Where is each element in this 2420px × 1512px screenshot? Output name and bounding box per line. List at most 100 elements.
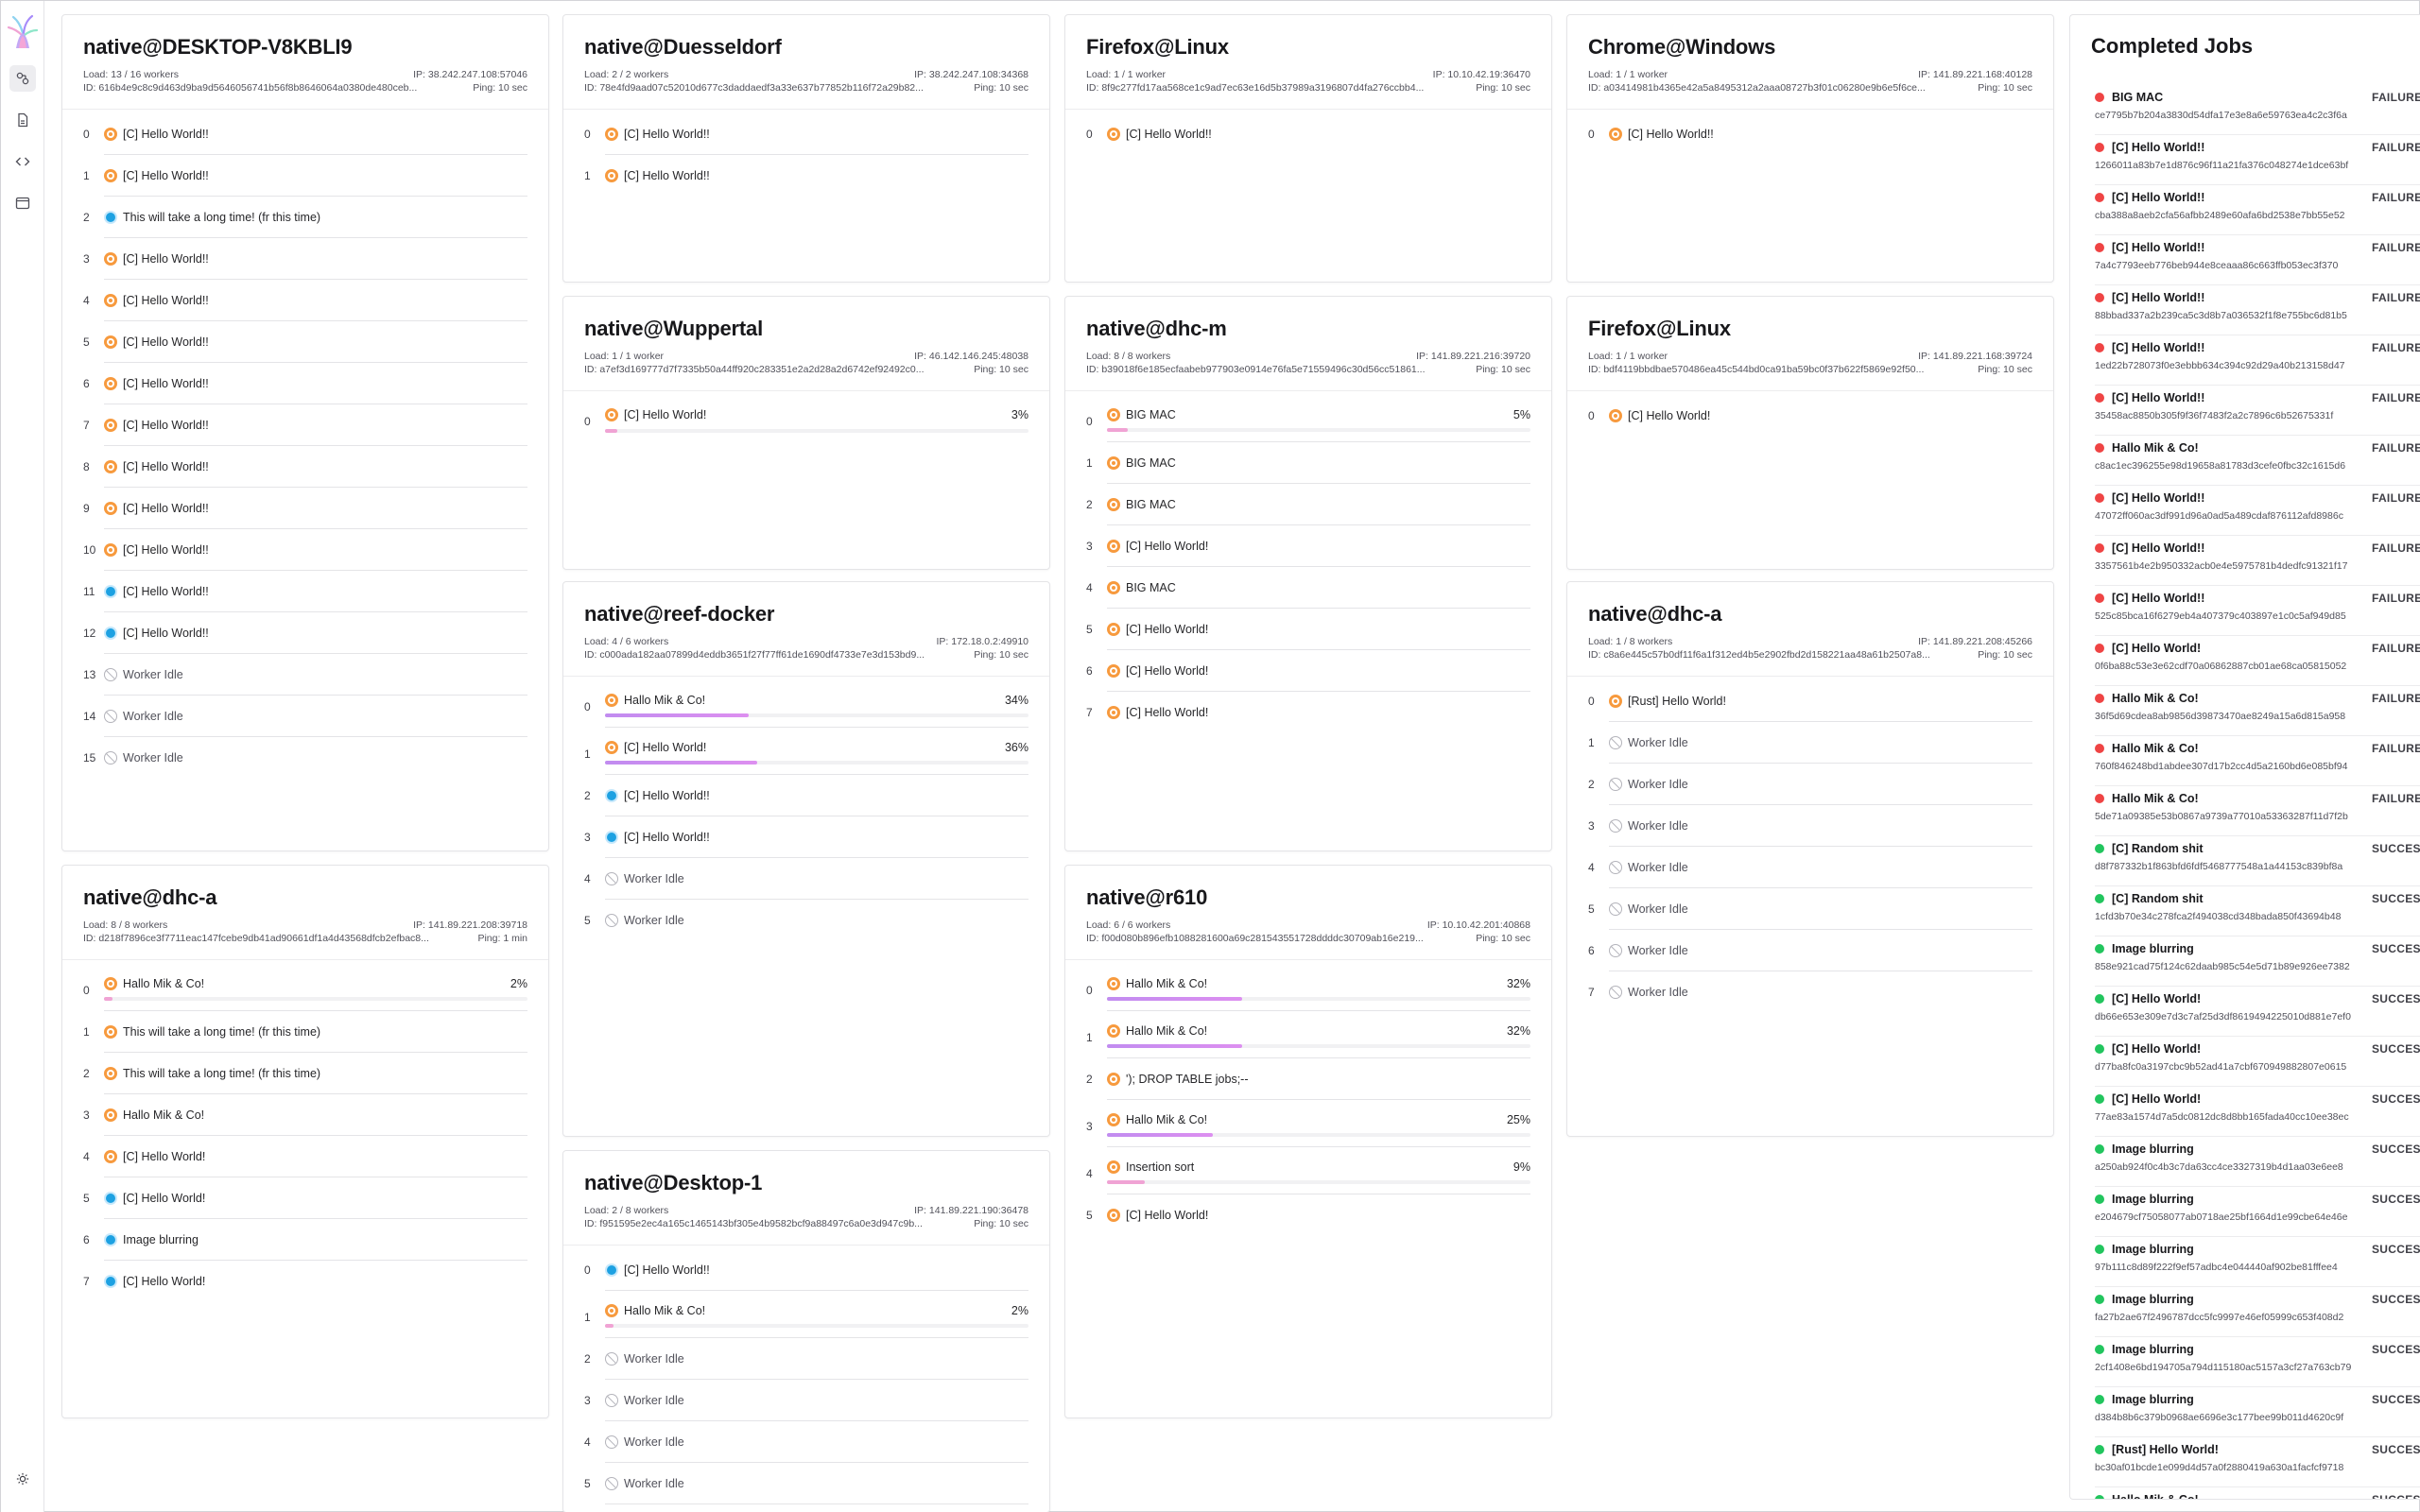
completed-job-item[interactable]: [C] Random shit SUCCESS 1cfd3b70e34c278fca… (2095, 888, 2420, 936)
worker-slot[interactable]: 7 Worker Idle (1588, 971, 2032, 1013)
worker-slot[interactable]: 4 [C] Hello World!! (83, 280, 527, 321)
worker-slot[interactable]: 7 [C] Hello World! (83, 1261, 527, 1302)
theme-toggle[interactable] (9, 1466, 36, 1492)
completed-job-item[interactable]: Hallo Mik & Co! FAILURE c8ac1ec396255e98d1… (2095, 438, 2420, 486)
worker-slot[interactable]: 0 [C] Hello World!! (83, 113, 527, 155)
worker-slot[interactable]: 0 [C] Hello World!! (1588, 113, 2032, 155)
worker-slot[interactable]: 3 [C] Hello World!! (584, 816, 1028, 858)
worker-slot[interactable]: 10 [C] Hello World!! (83, 529, 527, 571)
worker-slot[interactable]: 6 [C] Hello World! (1086, 650, 1530, 692)
worker-slot[interactable]: 2 Worker Idle (584, 1338, 1028, 1380)
worker-slot[interactable]: 13 Worker Idle (83, 654, 527, 696)
worker-slot[interactable]: 1 [C] Hello World!! (83, 155, 527, 197)
completed-job-item[interactable]: [C] Hello World!! FAILURE 35458ac8850b305f… (2095, 387, 2420, 436)
worker-slot[interactable]: 0 [C] Hello World!! (1086, 113, 1530, 155)
worker-slot[interactable]: 1 Hallo Mik & Co! 2% (584, 1297, 1028, 1338)
completed-job-item[interactable]: Hallo Mik & Co! FAILURE 5de71a09385e53b086… (2095, 788, 2420, 836)
nav-code[interactable] (9, 148, 36, 175)
completed-job-item[interactable]: [C] Hello World! SUCCESS 77ae83a1574d7a5dc… (2095, 1089, 2420, 1137)
app-logo[interactable] (7, 14, 39, 52)
worker-slot[interactable]: 2 Worker Idle (1588, 764, 2032, 805)
completed-job-item[interactable]: [C] Hello World!! FAILURE 7a4c7793eeb776be… (2095, 237, 2420, 285)
worker-slot[interactable]: 5 [C] Hello World! (83, 1177, 527, 1219)
worker-slot[interactable]: 0 Hallo Mik & Co! 32% (1086, 970, 1530, 1011)
completed-job-item[interactable]: Image blurring SUCCESS a250ab924f0c4b3c7da… (2095, 1139, 2420, 1187)
worker-slot[interactable]: 12 [C] Hello World!! (83, 612, 527, 654)
worker-slot[interactable]: 3 Worker Idle (584, 1380, 1028, 1421)
worker-slot[interactable]: 6 Image blurring (83, 1219, 527, 1261)
worker-slot[interactable]: 3 [C] Hello World!! (83, 238, 527, 280)
worker-slot[interactable]: 5 [C] Hello World! (1086, 609, 1530, 650)
worker-slot[interactable]: 11 [C] Hello World!! (83, 571, 527, 612)
completed-job-item[interactable]: [C] Hello World!! FAILURE 3357561b4e2b9503… (2095, 538, 2420, 586)
worker-slot[interactable]: 0 [Rust] Hello World! (1588, 680, 2032, 722)
completed-job-item[interactable]: Image blurring SUCCESS 2cf1408e6bd194705a7… (2095, 1339, 2420, 1387)
worker-slot[interactable]: 7 [C] Hello World! (1086, 692, 1530, 733)
worker-slot[interactable]: 0 [C] Hello World!! (584, 1249, 1028, 1291)
worker-slot[interactable]: 4 Worker Idle (584, 1421, 1028, 1463)
completed-job-item[interactable]: Image blurring SUCCESS fa27b2ae67f2496787d… (2095, 1289, 2420, 1337)
nav-jobs[interactable] (9, 107, 36, 133)
worker-slot[interactable]: 0 [C] Hello World!! (584, 113, 1028, 155)
worker-slot[interactable]: 9 [C] Hello World!! (83, 488, 527, 529)
worker-slot[interactable]: 1 Worker Idle (1588, 722, 2032, 764)
completed-job-item[interactable]: [C] Hello World! SUCCESS d77ba8fc0a3197cbc… (2095, 1039, 2420, 1087)
completed-job-item[interactable]: [C] Hello World!! FAILURE 88bbad337a2b239c… (2095, 287, 2420, 335)
worker-slot[interactable]: 1 [C] Hello World!! (584, 155, 1028, 197)
completed-job-item[interactable]: [Rust] Hello World! SUCCESS bc30af01bcde1e… (2095, 1439, 2420, 1487)
completed-job-item[interactable]: [C] Hello World!! FAILURE 1ed22b728073f0e3… (2095, 337, 2420, 386)
completed-job-item[interactable]: [C] Hello World!! FAILURE cba388a8aeb2cfa5… (2095, 187, 2420, 235)
worker-slot[interactable]: 4 Worker Idle (584, 858, 1028, 900)
worker-slot[interactable]: 1 BIG MAC (1086, 442, 1530, 484)
nav-workers[interactable] (9, 65, 36, 92)
completed-job-item[interactable]: Image blurring SUCCESS 858e921cad75f124c62… (2095, 938, 2420, 987)
worker-slot[interactable]: 4 Insertion sort 9% (1086, 1153, 1530, 1194)
worker-slot[interactable]: 1 This will take a long time! (fr this ti… (83, 1011, 527, 1053)
worker-slot[interactable]: 0 [C] Hello World! (1588, 395, 2032, 437)
worker-slot[interactable]: 1 [C] Hello World! 36% (584, 733, 1028, 775)
worker-slot[interactable]: 0 Hallo Mik & Co! 2% (83, 970, 527, 1011)
worker-slot[interactable]: 0 Hallo Mik & Co! 34% (584, 686, 1028, 728)
worker-slot[interactable]: 5 [C] Hello World! (1086, 1194, 1530, 1236)
worker-slot[interactable]: 6 [C] Hello World!! (83, 363, 527, 404)
worker-slot[interactable]: 8 [C] Hello World!! (83, 446, 527, 488)
completed-job-item[interactable]: Image blurring SUCCESS 97b111c8d89f222f9ef… (2095, 1239, 2420, 1287)
worker-slot[interactable]: 3 Worker Idle (1588, 805, 2032, 847)
completed-job-item[interactable]: Image blurring SUCCESS d384b8b6c379b0968ae… (2095, 1389, 2420, 1437)
completed-job-item[interactable]: Hallo Mik & Co!SUCCESS42b829ac49f7b00b9e… (2095, 1489, 2420, 1499)
completed-job-item[interactable]: [C] Hello World!! FAILURE 1266011a83b7e1d8… (2095, 137, 2420, 185)
completed-job-item[interactable]: [C] Hello World! SUCCESS db66e653e309e7d3c… (2095, 988, 2420, 1037)
completed-job-item[interactable]: Hallo Mik & Co! FAILURE 36f5d69cdea8ab9856… (2095, 688, 2420, 736)
worker-slot[interactable]: 5 Worker Idle (584, 900, 1028, 941)
worker-slot[interactable]: 2 [C] Hello World!! (584, 775, 1028, 816)
worker-slot[interactable]: 3 [C] Hello World! (1086, 525, 1530, 567)
worker-slot[interactable]: 4 [C] Hello World! (83, 1136, 527, 1177)
worker-slot[interactable]: 3 Hallo Mik & Co! (83, 1094, 527, 1136)
worker-slot[interactable]: 6Worker Idle (1588, 930, 2032, 971)
worker-slot[interactable]: 3 Hallo Mik & Co! 25% (1086, 1106, 1530, 1147)
worker-slot[interactable]: 2 BIG MAC (1086, 484, 1530, 525)
worker-slot[interactable]: 5 [C] Hello World!! (83, 321, 527, 363)
worker-slot[interactable]: 5 Worker Idle (584, 1463, 1028, 1504)
completed-job-item[interactable]: Hallo Mik & Co! FAILURE 760f846248bd1abdee… (2095, 738, 2420, 786)
worker-slot[interactable]: 2 This will take a long time! (fr this ti… (83, 197, 527, 238)
nav-browser[interactable] (9, 190, 36, 216)
completed-job-item[interactable]: BIG MAC FAILURE ce7795b7b204a3830d54dfa17e… (2095, 87, 2420, 135)
worker-slot[interactable]: 4 BIG MAC (1086, 567, 1530, 609)
completed-job-item[interactable]: [C] Hello World!! FAILURE 525c85bca16f6279… (2095, 588, 2420, 636)
completed-job-item[interactable]: [C] Random shit SUCCESS d8f787332b1f863bfd… (2095, 838, 2420, 886)
worker-slot[interactable]: 14 Worker Idle (83, 696, 527, 737)
worker-slot[interactable]: 0 BIG MAC 5% (1086, 401, 1530, 442)
worker-slot[interactable]: 4 Worker Idle (1588, 847, 2032, 888)
worker-slot[interactable]: 7 [C] Hello World!! (83, 404, 527, 446)
completed-job-item[interactable]: Image blurring SUCCESS e204679cf75058077ab… (2095, 1189, 2420, 1237)
completed-job-item[interactable]: [C] Hello World! FAILURE 0f6ba88c53e3e62cd… (2095, 638, 2420, 686)
worker-slot[interactable]: 2 '); DROP TABLE jobs;-- (1086, 1058, 1530, 1100)
worker-slot[interactable]: 2 This will take a long time! (fr this ti… (83, 1053, 527, 1094)
worker-slot[interactable]: 5 Worker Idle (1588, 888, 2032, 930)
worker-slot[interactable]: 0 [C] Hello World! 3% (584, 401, 1028, 442)
worker-slot[interactable]: 1 Hallo Mik & Co! 32% (1086, 1017, 1530, 1058)
completed-job-item[interactable]: [C] Hello World!! FAILURE 47072ff060ac3df9… (2095, 488, 2420, 536)
worker-slot[interactable]: 6Worker Idle (605, 1504, 1028, 1512)
worker-slot[interactable]: 15 Worker Idle (83, 737, 527, 779)
